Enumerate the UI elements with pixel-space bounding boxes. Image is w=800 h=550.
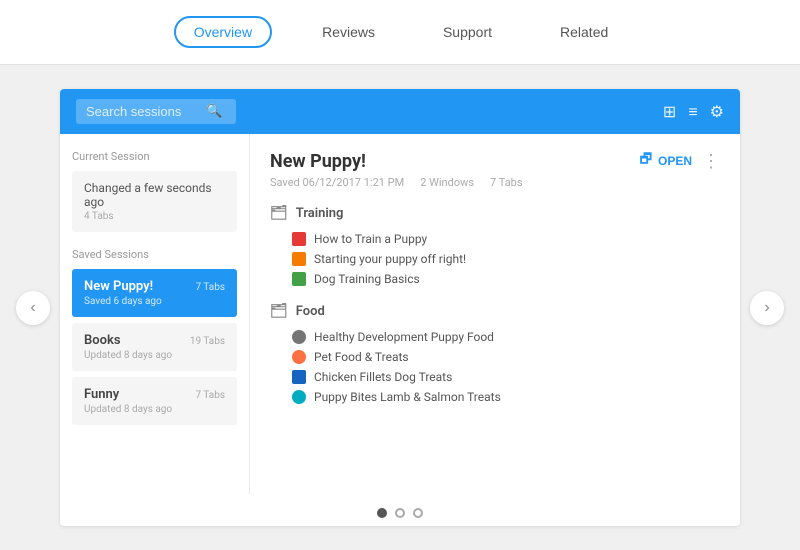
saved-date: Saved 06/12/2017 1:21 PM: [270, 176, 404, 189]
tab-favicon: [292, 370, 306, 384]
open-button[interactable]: 🗗 OPEN: [640, 150, 692, 172]
nav-reviews[interactable]: Reviews: [304, 18, 393, 46]
saved-session-0-meta: Saved 6 days ago: [84, 296, 225, 307]
pagination-dot-1[interactable]: [395, 508, 405, 518]
folder-icon: 🗂: [270, 303, 288, 319]
tab-group-food: 🗂 Food Healthy Development Puppy Food Pe…: [270, 303, 720, 407]
current-session-item[interactable]: Changed a few seconds ago 4 Tabs: [72, 171, 237, 232]
tab-label: Puppy Bites Lamb & Salmon Treats: [314, 390, 501, 404]
tab-item[interactable]: Dog Training Basics: [270, 269, 720, 289]
tab-favicon: [292, 252, 306, 266]
saved-session-2-tabs: 7 Tabs: [195, 390, 225, 401]
tab-label: Chicken Fillets Dog Treats: [314, 370, 452, 384]
top-nav: Overview Reviews Support Related: [0, 0, 800, 65]
tab-item[interactable]: How to Train a Puppy: [270, 229, 720, 249]
current-session-label: Current Session: [72, 150, 237, 163]
group-name-food: Food: [296, 304, 325, 319]
tab-item[interactable]: Chicken Fillets Dog Treats: [270, 367, 720, 387]
carousel-arrow-left[interactable]: ‹: [16, 291, 50, 325]
card-body: Current Session Changed a few seconds ag…: [60, 134, 740, 494]
nav-support[interactable]: Support: [425, 18, 510, 46]
session-actions: 🗗 OPEN ⋮: [640, 150, 720, 172]
saved-session-0-tabs: 7 Tabs: [195, 282, 225, 293]
tab-item[interactable]: Pet Food & Treats: [270, 347, 720, 367]
saved-session-1-title: Books: [84, 333, 121, 348]
list-view-icon[interactable]: ≡: [688, 102, 697, 122]
tab-item[interactable]: Healthy Development Puppy Food: [270, 327, 720, 347]
saved-session-1[interactable]: Books 19 Tabs Updated 8 days ago: [72, 323, 237, 371]
sidebar: Current Session Changed a few seconds ag…: [60, 134, 250, 494]
more-options-button[interactable]: ⋮: [702, 152, 720, 170]
tab-favicon: [292, 390, 306, 404]
nav-related[interactable]: Related: [542, 18, 626, 46]
search-input[interactable]: [86, 104, 206, 119]
main-area: ‹ 🔍 ⊞ ≡ ⚙ Current Session Changed a few …: [0, 65, 800, 550]
saved-session-1-tabs: 19 Tabs: [190, 336, 225, 347]
saved-session-2-title: Funny: [84, 387, 119, 402]
tab-favicon: [292, 232, 306, 246]
tab-label: Starting your puppy off right!: [314, 252, 466, 266]
saved-sessions-label: Saved Sessions: [72, 248, 237, 261]
pagination-dot-2[interactable]: [413, 508, 423, 518]
session-info: Saved 06/12/2017 1:21 PM 2 Windows 7 Tab…: [270, 176, 720, 189]
card-header: 🔍 ⊞ ≡ ⚙: [60, 89, 740, 134]
open-window-icon: 🗗: [640, 150, 652, 172]
tab-label: Healthy Development Puppy Food: [314, 330, 494, 344]
sessions-card: 🔍 ⊞ ≡ ⚙ Current Session Changed a few se…: [60, 89, 740, 526]
current-session-tabs: 4 Tabs: [84, 211, 225, 222]
tab-favicon: [292, 350, 306, 364]
header-icons: ⊞ ≡ ⚙: [663, 102, 724, 122]
tab-item[interactable]: Starting your puppy off right!: [270, 249, 720, 269]
saved-session-0[interactable]: New Puppy! 7 Tabs Saved 6 days ago: [72, 269, 237, 317]
nav-overview[interactable]: Overview: [174, 16, 272, 48]
settings-icon[interactable]: ⚙: [710, 102, 724, 121]
right-panel: New Puppy! 🗗 OPEN ⋮ Saved 06/12/2017 1:2…: [250, 134, 740, 494]
session-header: New Puppy! 🗗 OPEN ⋮: [270, 150, 720, 172]
tab-label: Pet Food & Treats: [314, 350, 409, 364]
tab-favicon: [292, 272, 306, 286]
tab-favicon: [292, 330, 306, 344]
saved-session-2-meta: Updated 8 days ago: [84, 404, 225, 415]
saved-session-0-title: New Puppy!: [84, 279, 153, 294]
group-title-training: 🗂 Training: [270, 205, 720, 221]
group-title-food: 🗂 Food: [270, 303, 720, 319]
saved-session-2[interactable]: Funny 7 Tabs Updated 8 days ago: [72, 377, 237, 425]
tab-label: How to Train a Puppy: [314, 232, 427, 246]
grid-view-icon[interactable]: ⊞: [663, 102, 676, 121]
tabs-count: 7 Tabs: [490, 176, 523, 189]
carousel-arrow-right[interactable]: ›: [750, 291, 784, 325]
pagination-dot-0[interactable]: [377, 508, 387, 518]
current-session-title: Changed a few seconds ago: [84, 181, 225, 209]
group-name-training: Training: [296, 206, 344, 221]
session-name: New Puppy!: [270, 151, 366, 172]
open-label: OPEN: [658, 154, 692, 168]
windows-count: 2 Windows: [420, 176, 474, 189]
search-icon: 🔍: [206, 104, 222, 119]
saved-session-1-meta: Updated 8 days ago: [84, 350, 225, 361]
folder-icon: 🗂: [270, 205, 288, 221]
tab-label: Dog Training Basics: [314, 272, 420, 286]
tab-item[interactable]: Puppy Bites Lamb & Salmon Treats: [270, 387, 720, 407]
pagination: [60, 494, 740, 526]
tab-group-training: 🗂 Training How to Train a Puppy Starting…: [270, 205, 720, 289]
search-box[interactable]: 🔍: [76, 99, 236, 124]
